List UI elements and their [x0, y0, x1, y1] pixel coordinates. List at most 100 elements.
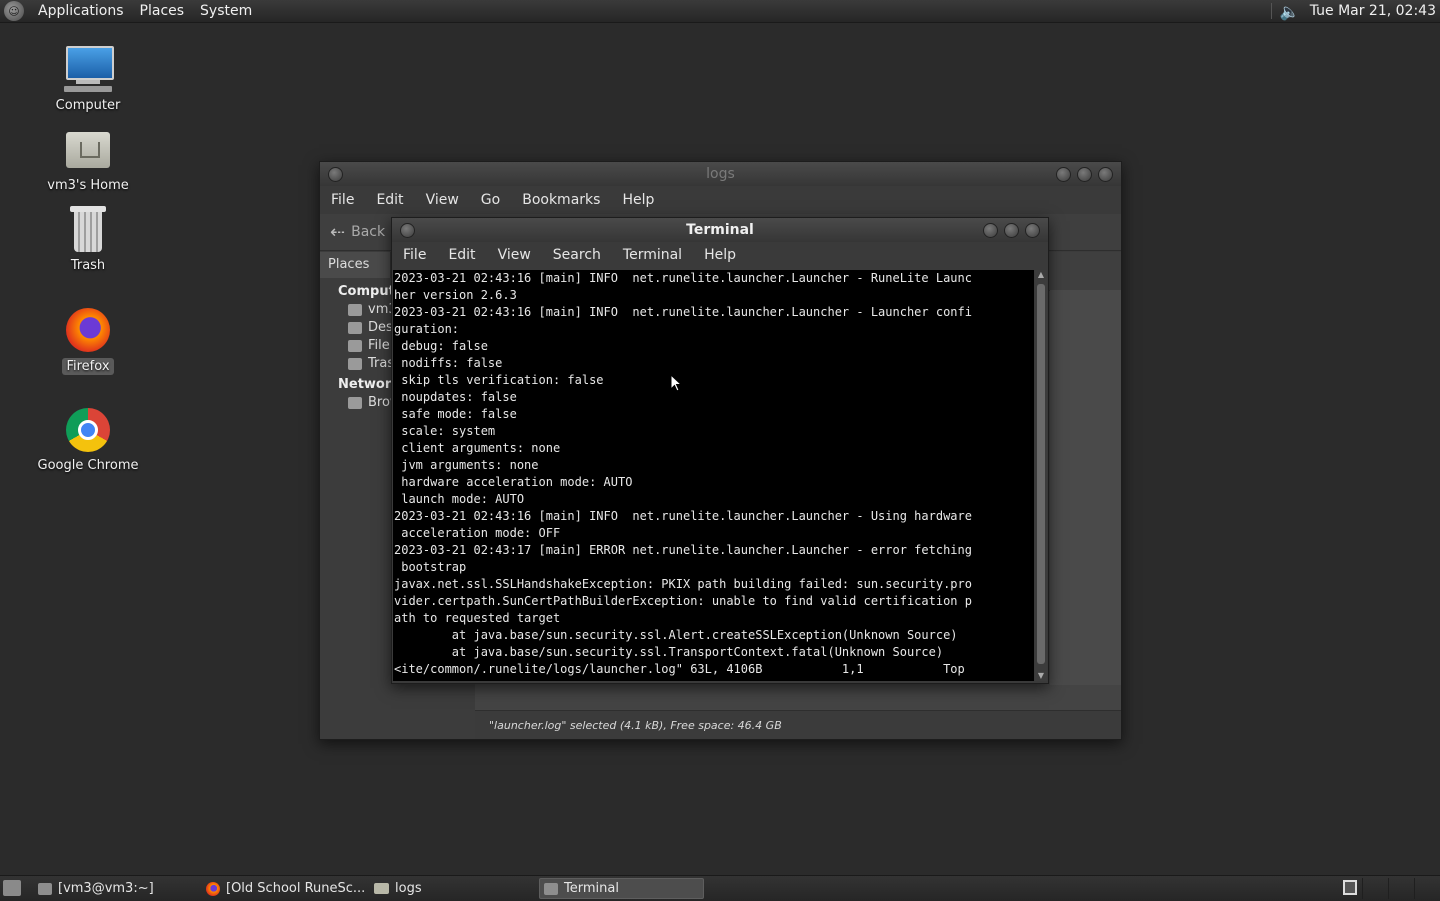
top-panel: ☺ Applications Places System 🔈 Tue Mar 2… [0, 0, 1440, 23]
minimize-button[interactable] [983, 222, 998, 238]
terminal-icon [544, 882, 558, 895]
terminal-line: guration: [394, 322, 460, 336]
trash-icon [348, 357, 362, 370]
menu-places[interactable]: Places [132, 3, 193, 19]
close-button[interactable] [1025, 222, 1040, 238]
window-title: Terminal [686, 222, 754, 238]
terminal-line: bootstrap [394, 560, 467, 574]
status-bar: "launcher.log" selected (4.1 kB), Free s… [475, 710, 1121, 739]
scroll-down-arrow-icon[interactable]: ▼ [1035, 671, 1047, 681]
network-icon [348, 396, 362, 409]
tray-separator [1270, 3, 1272, 19]
window-titlebar[interactable]: logs [320, 162, 1121, 186]
task-button-vm3[interactable]: [vm3@vm3:~] [38, 878, 198, 899]
desktop-icon-firefox[interactable]: Firefox [33, 304, 143, 375]
status-text: "launcher.log" selected (4.1 kB), Free s… [489, 718, 782, 732]
scroll-thumb[interactable] [1037, 284, 1045, 664]
window-menu-button[interactable] [328, 166, 343, 182]
menu-search[interactable]: Search [542, 247, 612, 263]
menu-help[interactable]: Help [693, 247, 747, 263]
firefox-icon [62, 304, 114, 356]
menu-system[interactable]: System [192, 3, 260, 19]
file-list-area[interactable] [1050, 290, 1121, 685]
back-arrow-icon: ⇠ [330, 221, 346, 243]
computer-icon [62, 44, 114, 96]
desktop-icon-trash[interactable]: Trash [33, 204, 143, 273]
close-button[interactable] [1098, 166, 1113, 182]
terminal-line: vider.certpath.SunCertPathBuilderExcepti… [394, 594, 972, 608]
terminal-line: 2023-03-21 02:43:17 [main] ERROR net.run… [394, 543, 972, 557]
maximize-button[interactable] [1004, 222, 1019, 238]
menu-view[interactable]: View [487, 247, 542, 263]
terminal-line: at java.base/sun.security.ssl.TransportC… [394, 645, 944, 659]
desktop-folder-icon [348, 321, 362, 334]
trash-icon [62, 204, 114, 256]
desktop-icon-label: Computer [55, 98, 121, 113]
window-title: logs [706, 166, 735, 182]
terminal-line: nodiffs: false [394, 356, 503, 370]
task-label: [vm3@vm3:~] [58, 881, 154, 896]
chrome-icon [62, 404, 114, 456]
minimize-button[interactable] [1056, 166, 1071, 182]
workspace-switcher-icon[interactable] [1343, 880, 1357, 895]
terminal-line: client arguments: none [394, 441, 561, 455]
distro-logo-icon[interactable]: ☺ [4, 1, 24, 21]
menu-go[interactable]: Go [470, 192, 511, 208]
back-label: Back [351, 224, 386, 240]
terminal-line: her version 2.6.3 [394, 288, 517, 302]
desktop-icon-home[interactable]: vm3's Home [33, 124, 143, 193]
window-menu-button[interactable] [400, 222, 415, 238]
terminal-line: acceleration mode: OFF [394, 526, 561, 540]
show-desktop-icon[interactable] [3, 880, 21, 896]
task-button-terminal[interactable]: Terminal [539, 878, 704, 899]
terminal-screen[interactable]: 2023-03-21 02:43:16 [main] INFO net.rune… [393, 270, 1034, 681]
task-label: Terminal [564, 881, 619, 896]
terminal-window[interactable]: Terminal File Edit View Search Terminal … [391, 217, 1049, 684]
task-label: [Old School RuneSc... [226, 881, 366, 896]
maximize-button[interactable] [1077, 166, 1092, 182]
desktop-icon-label: Firefox [62, 358, 114, 375]
menu-file[interactable]: File [392, 247, 437, 263]
terminal-scrollbar[interactable]: ▲ ▼ [1035, 270, 1047, 681]
folder-icon [374, 883, 389, 894]
clock[interactable]: Tue Mar 21, 02:43 [1310, 3, 1440, 19]
menu-edit[interactable]: Edit [365, 192, 414, 208]
desktop-icon-chrome[interactable]: Google Chrome [33, 404, 143, 473]
menu-terminal[interactable]: Terminal [612, 247, 693, 263]
terminal-line: <ite/common/.runelite/logs/launcher.log"… [394, 662, 965, 676]
task-button-runescape[interactable]: [Old School RuneSc... [206, 878, 368, 899]
terminal-line: noupdates: false [394, 390, 517, 404]
menu-bookmarks[interactable]: Bookmarks [511, 192, 611, 208]
terminal-line: javax.net.ssl.SSLHandshakeException: PKI… [394, 577, 972, 591]
workspace-2[interactable] [1362, 878, 1389, 899]
desktop-icon-label: Google Chrome [37, 458, 139, 473]
menu-view[interactable]: View [415, 192, 470, 208]
home-folder-icon [62, 124, 114, 176]
sidebar-header[interactable]: Places [320, 252, 391, 278]
back-button[interactable]: ⇠ Back [330, 222, 385, 243]
menu-help[interactable]: Help [611, 192, 665, 208]
menu-edit[interactable]: Edit [437, 247, 486, 263]
terminal-line: skip tls verification: false [394, 373, 604, 387]
terminal-line: at java.base/sun.security.ssl.Alert.crea… [394, 628, 958, 642]
top-panel-tray: 🔈 Tue Mar 21, 02:43 [1270, 2, 1440, 21]
window-titlebar[interactable]: Terminal [392, 218, 1048, 242]
scroll-up-arrow-icon[interactable]: ▲ [1035, 270, 1047, 280]
terminal-line: debug: false [394, 339, 488, 353]
workspace-3[interactable] [1388, 878, 1415, 899]
desktop-icon-label: Trash [70, 258, 106, 273]
task-button-logs[interactable]: logs [374, 878, 534, 899]
terminal-line: ath to requested target [394, 611, 561, 625]
menu-file[interactable]: File [320, 192, 365, 208]
firefox-icon [206, 881, 220, 896]
menu-applications[interactable]: Applications [30, 3, 132, 19]
terminal-line: 2023-03-21 02:43:16 [main] INFO net.rune… [394, 509, 972, 523]
workspace-4[interactable] [1414, 878, 1440, 899]
mouse-pointer-icon [670, 374, 682, 392]
terminal-line: jvm arguments: none [394, 458, 539, 472]
desktop-icon-computer[interactable]: Computer [33, 44, 143, 113]
terminal-line: 2023-03-21 02:43:16 [main] INFO net.rune… [394, 271, 972, 285]
home-folder-icon [348, 303, 362, 316]
terminal-line: 2023-03-21 02:43:16 [main] INFO net.rune… [394, 305, 972, 319]
volume-icon[interactable]: 🔈 [1280, 2, 1300, 21]
